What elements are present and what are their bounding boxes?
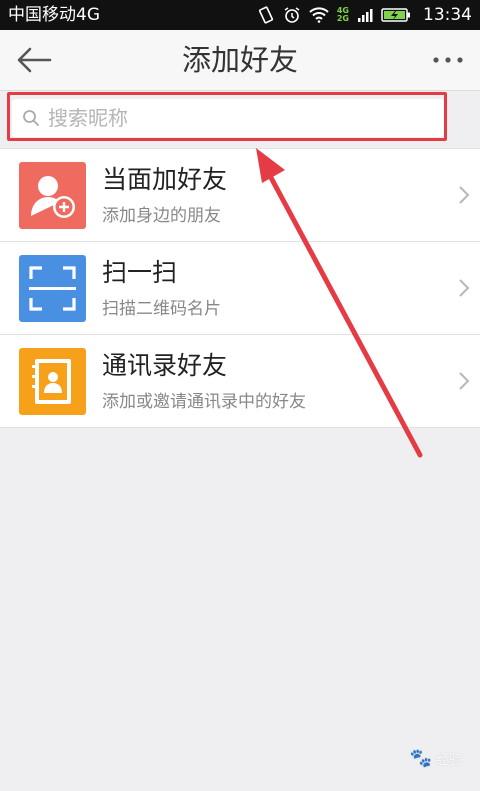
- scan-icon: [19, 255, 86, 322]
- list-item-contacts[interactable]: 通讯录好友 添加或邀请通讯录中的好友: [0, 335, 480, 428]
- clock: 13:34: [423, 5, 472, 25]
- list-item-subtitle: 添加或邀请通讯录中的好友: [102, 392, 306, 412]
- baidu-paw-icon: 🐾: [409, 748, 432, 769]
- list-item-title: 扫一扫: [102, 258, 178, 287]
- more-button[interactable]: [428, 44, 468, 76]
- alarm-icon: [284, 7, 300, 23]
- battery-icon: [381, 8, 410, 22]
- status-icons: 4G 2G 13:34: [257, 3, 472, 27]
- chevron-right-icon: [459, 186, 470, 204]
- list-item-subtitle: 扫描二维码名片: [102, 299, 221, 319]
- contacts-book-icon: [19, 348, 86, 415]
- list-item-title: 当面加好友: [102, 165, 228, 194]
- more-dots-icon: [433, 57, 463, 63]
- vibrate-icon: [258, 6, 273, 24]
- list-item-subtitle: 添加身边的朋友: [102, 206, 221, 226]
- annotation-highlight-box: [7, 92, 447, 141]
- search-area: 搜索昵称: [0, 91, 480, 147]
- watermark: 🐾 经验: [410, 748, 462, 769]
- chevron-right-icon: [459, 372, 470, 390]
- status-bar: 中国移动4G 4G 2G 13:34: [0, 0, 480, 30]
- add-person-icon: [19, 162, 86, 229]
- list-item-title: 通讯录好友: [102, 351, 228, 380]
- watermark-text: 经验: [435, 753, 462, 768]
- chevron-right-icon: [459, 279, 470, 297]
- page-title: 添加好友: [181, 43, 298, 77]
- carrier-label: 中国移动4G: [8, 5, 100, 25]
- nav-bar: 添加好友: [0, 30, 480, 91]
- list-item-scan[interactable]: 扫一扫 扫描二维码名片: [0, 242, 480, 335]
- signal-icon: [358, 9, 373, 22]
- list-item-face-to-face[interactable]: 当面加好友 添加身边的朋友: [0, 149, 480, 242]
- wifi-icon: [309, 7, 329, 23]
- add-friend-options: 当面加好友 添加身边的朋友 扫一扫 扫描二维码名片 通讯录好友 添加或邀请通讯录…: [0, 148, 480, 428]
- network-type: 4G 2G: [336, 6, 349, 23]
